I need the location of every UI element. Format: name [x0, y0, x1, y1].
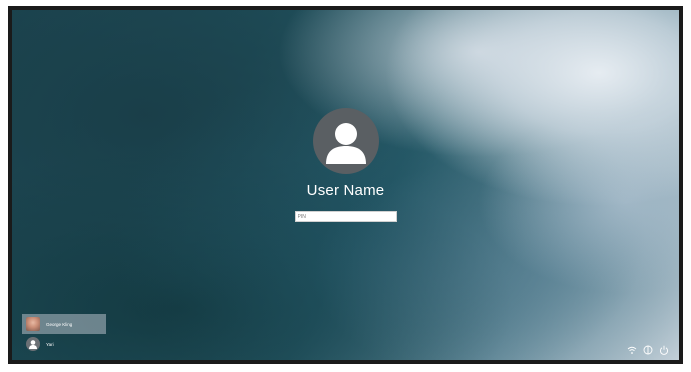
pin-input[interactable] — [294, 211, 397, 222]
user-silhouette-icon — [29, 340, 37, 349]
network-icon[interactable] — [627, 342, 637, 354]
user-entry-label: George Kling — [46, 321, 73, 327]
lock-screen-background: User Name George Kling Yari — [12, 10, 679, 360]
monitor-frame: User Name George Kling Yari — [8, 6, 683, 364]
user-avatar — [312, 108, 379, 174]
user-photo-avatar — [26, 317, 40, 331]
accessibility-icon[interactable] — [643, 342, 653, 355]
user-entry-george[interactable]: George Kling — [22, 314, 106, 334]
user-silhouette-icon — [325, 123, 366, 164]
user-name-label: User Name — [306, 182, 385, 199]
user-entry-label: Yari — [46, 341, 54, 347]
user-entry-other[interactable]: Yari — [22, 334, 106, 354]
system-icon-tray — [627, 342, 669, 355]
power-icon[interactable] — [659, 342, 669, 355]
user-switcher: George Kling Yari — [22, 314, 106, 354]
login-panel: User Name — [12, 108, 679, 222]
generic-user-avatar — [26, 337, 40, 351]
